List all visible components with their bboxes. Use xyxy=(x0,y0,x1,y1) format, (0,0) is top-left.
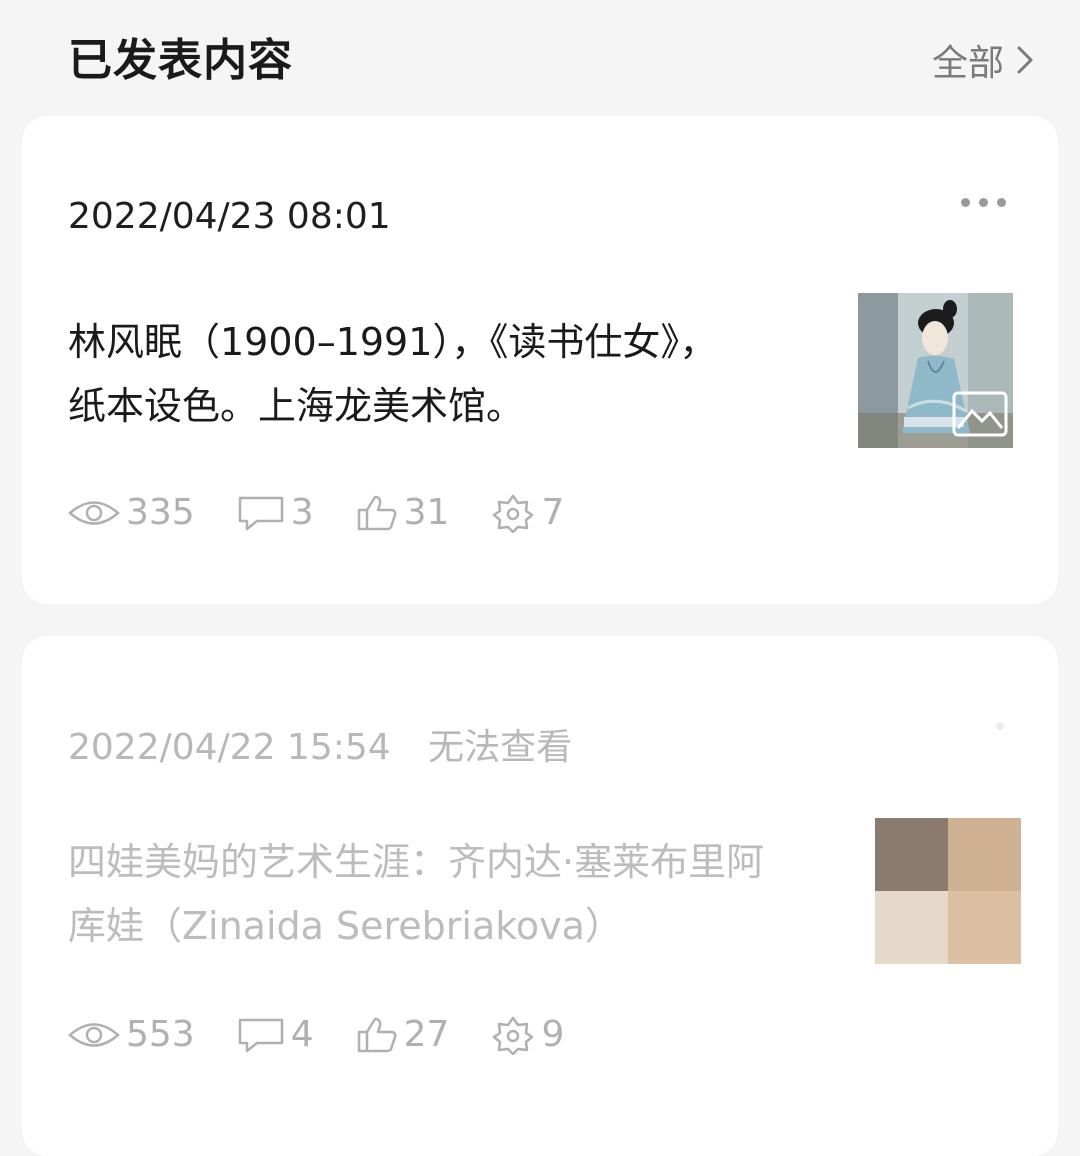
views-stat: 553 xyxy=(68,1014,195,1055)
comments-stat[interactable]: 4 xyxy=(237,1014,314,1055)
thumbs-up-icon xyxy=(357,495,397,530)
comment-icon xyxy=(238,1018,283,1052)
share-icon xyxy=(493,494,534,533)
eye-icon xyxy=(68,500,120,525)
post-card[interactable]: 2022/04/23 08:01 林风眠（1900–1991），《读书仕女》，纸… xyxy=(22,116,1058,604)
likes-stat[interactable]: 27 xyxy=(356,1014,450,1055)
post-card[interactable]: 2022/04/22 15:54 无法查看 四娃美妈的艺术生涯：齐内达·塞莱布里… xyxy=(22,636,1058,1156)
post-stats: 553 4 27 9 xyxy=(68,1014,606,1055)
views-count: 553 xyxy=(126,1014,195,1055)
post-status: 无法查看 xyxy=(428,727,573,768)
likes-stat[interactable]: 31 xyxy=(356,492,450,533)
comments-stat[interactable]: 3 xyxy=(237,492,314,533)
thumbnail-tile xyxy=(948,818,1021,891)
thumbnail-tile xyxy=(875,818,948,891)
thumbnail-tile xyxy=(875,891,948,964)
views-stat: 335 xyxy=(68,492,195,533)
post-timestamp: 2022/04/23 08:01 xyxy=(68,196,391,237)
post-thumbnail[interactable] xyxy=(875,818,1021,964)
section-header: 已发表内容 全部 xyxy=(0,0,1080,110)
post-time-value: 2022/04/22 15:54 xyxy=(68,727,391,768)
section-title: 已发表内容 xyxy=(68,35,293,86)
see-all-link[interactable]: 全部 xyxy=(932,34,1034,86)
shares-stat[interactable]: 7 xyxy=(491,492,564,533)
comments-count: 3 xyxy=(290,492,314,533)
post-timestamp: 2022/04/22 15:54 无法查看 xyxy=(68,718,572,770)
chevron-right-icon xyxy=(1017,46,1033,74)
shares-count: 7 xyxy=(541,492,565,533)
shares-count: 9 xyxy=(541,1014,565,1055)
likes-count: 31 xyxy=(403,492,450,533)
thumbnail-tile xyxy=(948,891,1021,964)
share-icon xyxy=(493,1016,534,1055)
see-all-label: 全部 xyxy=(931,43,1004,84)
shares-stat[interactable]: 9 xyxy=(491,1014,564,1055)
post-text: 四娃美妈的艺术生涯：齐内达·塞莱布里阿库娃（Zinaida Serebriako… xyxy=(68,840,765,948)
thumbs-up-icon xyxy=(357,1017,397,1052)
eye-icon xyxy=(68,1022,120,1047)
post-thumbnail[interactable] xyxy=(858,293,1013,448)
views-count: 335 xyxy=(126,492,195,533)
comment-icon xyxy=(238,496,283,530)
post-text: 林风眠（1900–1991），《读书仕女》，纸本设色。上海龙美术馆。 xyxy=(68,320,718,428)
likes-count: 27 xyxy=(403,1014,450,1055)
post-stats: 335 3 31 7 xyxy=(68,492,606,533)
more-options-icon[interactable] xyxy=(996,722,1004,730)
comments-count: 4 xyxy=(290,1014,314,1055)
more-options-icon[interactable] xyxy=(961,198,1006,207)
